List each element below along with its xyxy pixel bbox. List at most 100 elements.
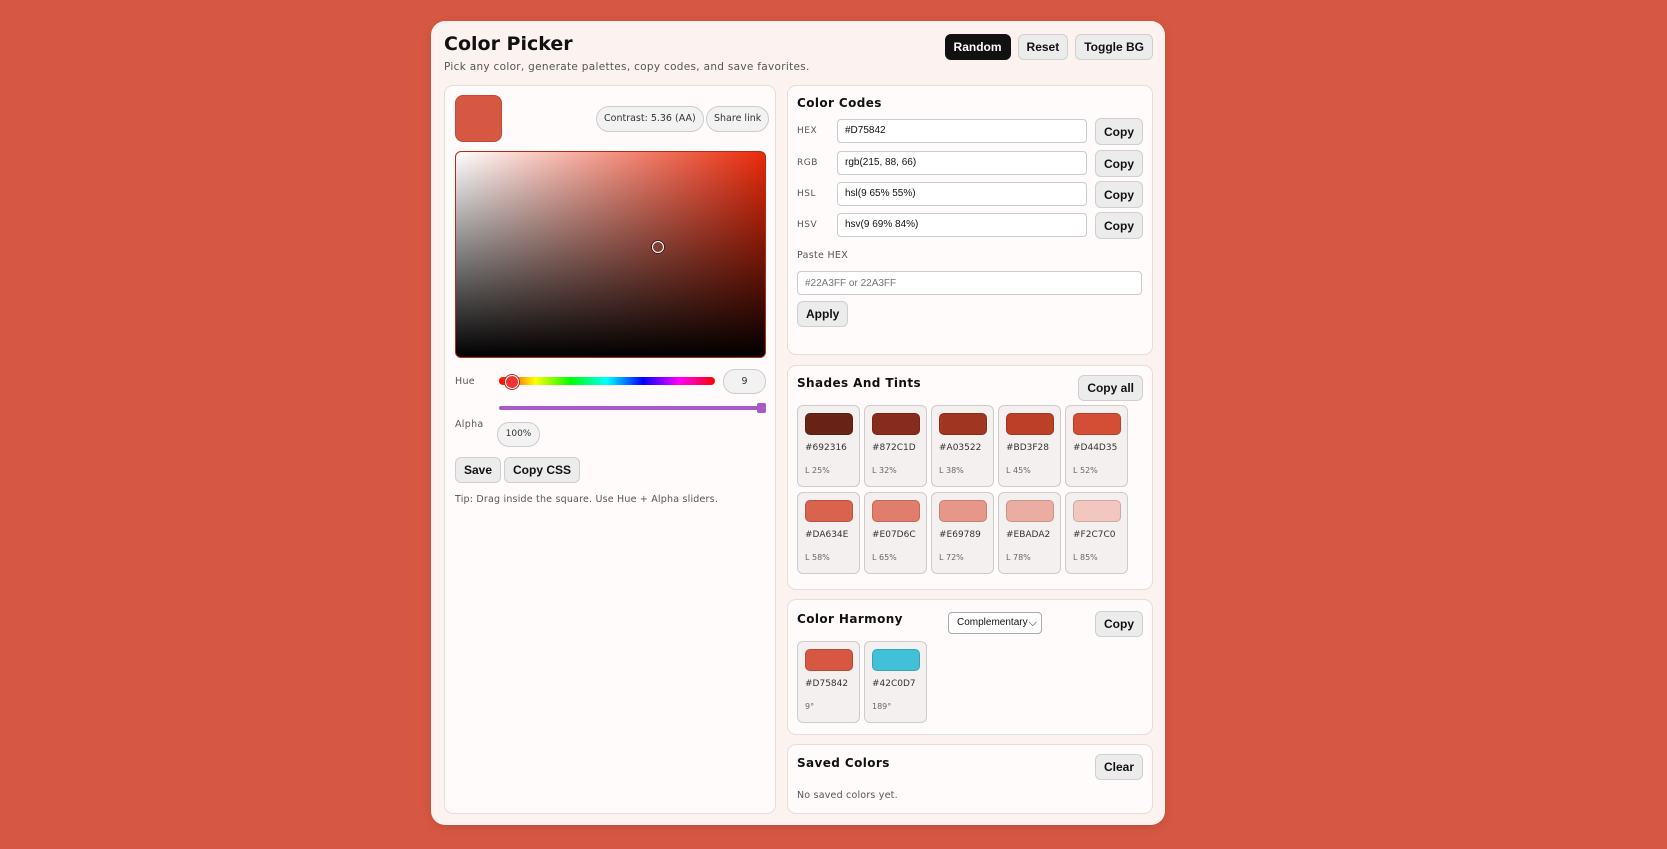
color-chip[interactable]: #E07D6C L 65% [864, 492, 927, 574]
header-actions: Random Reset Toggle BG [944, 34, 1153, 60]
chip-color-swatch [1073, 413, 1121, 435]
chip-hex-label: #872C1D [872, 443, 916, 453]
saved-colors-card: Saved Colors Clear No saved colors yet. [787, 744, 1153, 814]
chip-hex-label: #E07D6C [872, 530, 916, 540]
chip-hex-label: #EBADA2 [1006, 530, 1051, 540]
sv-cursor[interactable] [652, 241, 664, 253]
chip-color-swatch [805, 649, 853, 671]
hsv-row: HSV hsv(9 69% 84%) Copy [797, 212, 1143, 239]
clear-button[interactable]: Clear [1094, 754, 1143, 780]
color-picker-app: Color Picker Pick any color, generate pa… [431, 21, 1165, 825]
shades-title: Shades And Tints [797, 376, 922, 390]
current-color-swatch [455, 95, 502, 142]
color-chip[interactable]: #42C0D7 189° [864, 641, 927, 723]
color-chip[interactable]: #EBADA2 L 78% [998, 492, 1061, 574]
chip-sub-label: L 25% [805, 466, 830, 475]
copy-harmony-button[interactable]: Copy [1095, 611, 1143, 637]
chip-hex-label: #E69789 [939, 530, 981, 540]
chevron-down-icon: ⌵ [1028, 617, 1037, 629]
color-codes-card: Color Codes HEX #D75842 Copy RGB rgb(215… [787, 85, 1153, 355]
chip-hex-label: #D75842 [805, 679, 849, 689]
color-chip[interactable]: #BD3F28 L 45% [998, 405, 1061, 487]
hue-value-input[interactable]: 9 [723, 369, 766, 394]
harmony-mode-select[interactable]: Complementary ⌵ [948, 612, 1042, 634]
alpha-label: Alpha [455, 419, 484, 430]
tip-text: Tip: Drag inside the square. Use Hue + A… [455, 494, 719, 505]
chip-hex-label: #F2C7C0 [1073, 530, 1116, 540]
harmony-mode-value: Complementary [957, 617, 1028, 628]
chip-color-swatch [939, 413, 987, 435]
chip-sub-label: L 65% [872, 553, 897, 562]
color-chip[interactable]: #D44D35 L 52% [1065, 405, 1128, 487]
random-button[interactable]: Random [944, 34, 1011, 60]
copy-all-button[interactable]: Copy all [1078, 375, 1143, 401]
color-codes-title: Color Codes [797, 96, 882, 110]
chip-hex-label: #A03522 [939, 443, 982, 453]
hsl-field[interactable]: hsl(9 65% 55%) [837, 182, 1087, 206]
chip-color-swatch [1006, 413, 1054, 435]
reset-button[interactable]: Reset [1017, 34, 1069, 60]
chip-color-swatch [939, 500, 987, 522]
color-chip[interactable]: #872C1D L 32% [864, 405, 927, 487]
copy-hex-button[interactable]: Copy [1095, 118, 1143, 145]
alpha-slider[interactable] [499, 406, 763, 410]
chip-sub-label: L 38% [939, 466, 964, 475]
picker-panel: Contrast: 5.36 (AA) Share link Hue 9 Alp… [444, 85, 776, 814]
copy-rgb-button[interactable]: Copy [1095, 150, 1143, 177]
color-chip[interactable]: #692316 L 25% [797, 405, 860, 487]
chip-hex-label: #692316 [805, 443, 847, 453]
color-chip[interactable]: #A03522 L 38% [931, 405, 994, 487]
chip-sub-label: L 32% [872, 466, 897, 475]
rgb-label: RGB [797, 158, 818, 168]
contrast-badge: Contrast: 5.36 (AA) [596, 106, 704, 132]
chip-color-swatch [872, 413, 920, 435]
hsv-field[interactable]: hsv(9 69% 84%) [837, 213, 1087, 237]
chip-color-swatch [872, 649, 920, 671]
share-link-button[interactable]: Share link [706, 106, 770, 132]
chip-sub-label: L 58% [805, 553, 830, 562]
alpha-value-input[interactable]: 100% [497, 422, 540, 447]
harmony-title: Color Harmony [797, 612, 903, 626]
rgb-row: RGB rgb(215, 88, 66) Copy [797, 150, 1143, 177]
chip-color-swatch [805, 413, 853, 435]
hex-field[interactable]: #D75842 [837, 119, 1087, 143]
color-chip[interactable]: #D75842 9° [797, 641, 860, 723]
rgb-field[interactable]: rgb(215, 88, 66) [837, 151, 1087, 175]
chip-color-swatch [872, 500, 920, 522]
color-harmony-card: Color Harmony Complementary ⌵ Copy #D758… [787, 599, 1153, 735]
hue-slider[interactable] [499, 377, 715, 385]
saturation-value-square[interactable] [455, 151, 766, 358]
chip-sub-label: 189° [872, 702, 892, 711]
save-button[interactable]: Save [455, 457, 502, 483]
hex-label: HEX [797, 126, 818, 136]
shades-tints-card: Shades And Tints Copy all #692316 L 25% #8… [787, 365, 1153, 590]
paste-hex-input[interactable] [797, 271, 1142, 295]
chip-color-swatch [805, 500, 853, 522]
color-chip[interactable]: #F2C7C0 L 85% [1065, 492, 1128, 574]
copy-css-button[interactable]: Copy CSS [504, 457, 581, 483]
chip-hex-label: #DA634E [805, 530, 849, 540]
chip-hex-label: #42C0D7 [872, 679, 916, 689]
apply-button[interactable]: Apply [797, 301, 849, 327]
chip-sub-label: L 72% [939, 553, 964, 562]
hue-label: Hue [455, 376, 475, 387]
hex-row: HEX #D75842 Copy [797, 118, 1143, 145]
copy-hsv-button[interactable]: Copy [1095, 212, 1143, 239]
color-chip[interactable]: #E69789 L 72% [931, 492, 994, 574]
chip-sub-label: L 52% [1073, 466, 1098, 475]
chip-color-swatch [1073, 500, 1121, 522]
chip-sub-label: L 45% [1006, 466, 1031, 475]
toggle-bg-button[interactable]: Toggle BG [1075, 34, 1153, 60]
hue-slider-thumb[interactable] [505, 375, 519, 389]
chip-sub-label: L 85% [1073, 553, 1098, 562]
paste-hex-label: Paste HEX [797, 250, 849, 261]
chip-sub-label: 9° [805, 702, 815, 711]
alpha-slider-thumb[interactable] [757, 403, 766, 413]
page-title: Color Picker [444, 33, 573, 55]
copy-hsl-button[interactable]: Copy [1095, 181, 1143, 208]
hsv-label: HSV [797, 220, 818, 230]
color-chip[interactable]: #DA634E L 58% [797, 492, 860, 574]
hsl-row: HSL hsl(9 65% 55%) Copy [797, 181, 1143, 208]
chip-sub-label: L 78% [1006, 553, 1031, 562]
page-subtitle: Pick any color, generate palettes, copy … [444, 61, 810, 73]
